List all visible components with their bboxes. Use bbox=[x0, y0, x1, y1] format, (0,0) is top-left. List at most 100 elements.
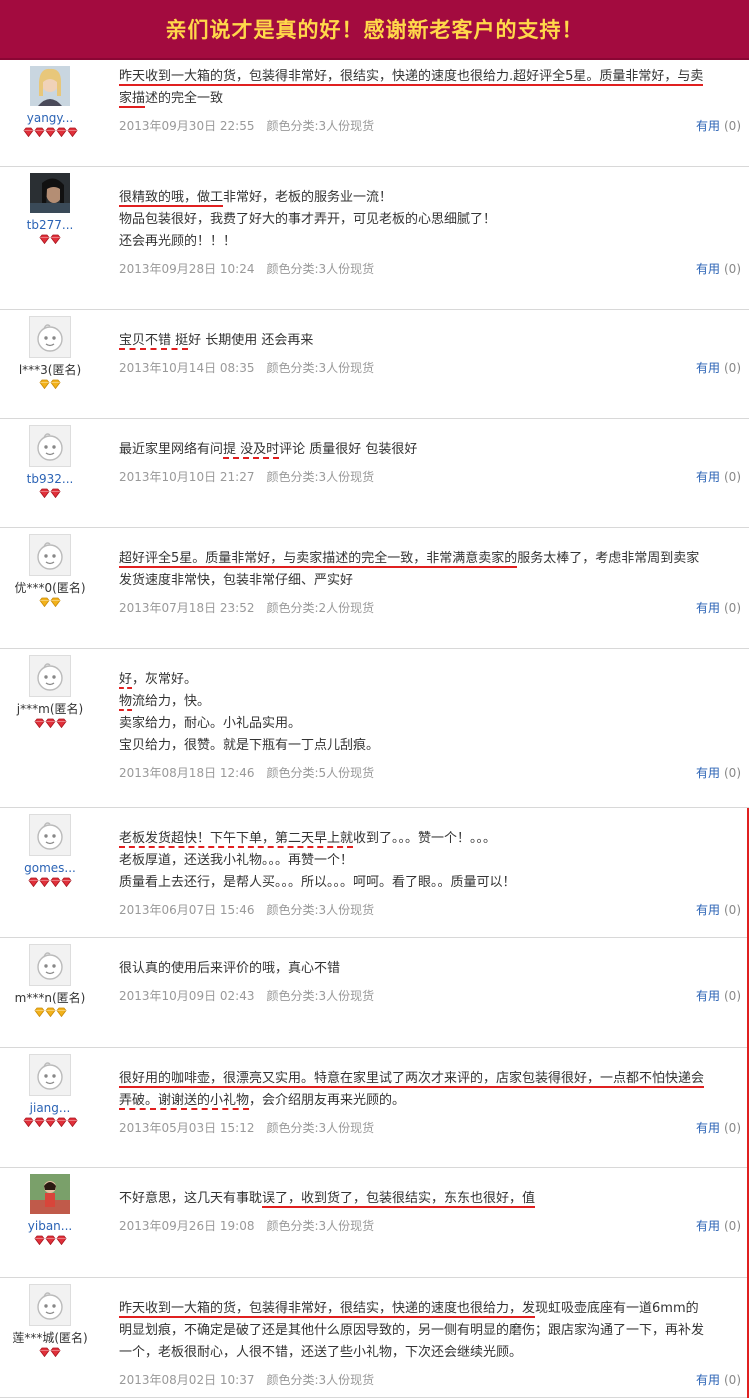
review-item: tb277... 很精致的哦，做工非常好，老板的服务业一流！ 物品包装很好，我费了好… bbox=[0, 167, 749, 310]
diamond-icon bbox=[39, 877, 50, 887]
user-avatar[interactable] bbox=[29, 534, 71, 576]
highlight-underline: 宝贝不错 挺 bbox=[119, 333, 189, 350]
review-meta: 2013年07月18日 23:52 颜色分类:2人份现货 bbox=[119, 600, 374, 616]
review-date: 2013年07月18日 23:52 bbox=[119, 601, 255, 615]
highlight-underline: 很好用的咖啡壶，很漂亮又实用。特意在家里试了两次才来评的，店家包装得很好，一点都… bbox=[119, 1071, 705, 1088]
review-item: tb932... 最近家里网络有问提 没及时评论 质量很好 包装很好 2013年10… bbox=[0, 419, 749, 528]
review-content: 老板发货超快！下午下单，第二天早上就收到了。。。赞一个！。。。 老板厚道，还送我小… bbox=[119, 828, 741, 894]
diamond-icon bbox=[33, 1235, 45, 1245]
review-spec: 颜色分类:3人份现货 bbox=[266, 1219, 375, 1233]
review-user: j***m(匿名) bbox=[0, 649, 100, 728]
user-avatar[interactable] bbox=[29, 1284, 71, 1326]
review-text-line: 弄破。谢谢送的小礼物，会介绍朋友再来光顾的。 bbox=[119, 1093, 406, 1110]
review-user: tb932... bbox=[0, 419, 100, 498]
user-avatar[interactable] bbox=[30, 1174, 70, 1214]
review-content: 超好评全5星。质量非常好，与卖家描述的完全一致，非常满意卖家的服务太棒了，考虑非… bbox=[119, 548, 741, 592]
useful-count: (0) bbox=[724, 601, 741, 615]
diamond-icon bbox=[44, 718, 56, 728]
highlight-underline: 提 没及时 bbox=[223, 442, 280, 459]
review-date: 2013年09月30日 22:55 bbox=[119, 119, 255, 133]
diamond-icon bbox=[44, 1235, 56, 1245]
useful-count: (0) bbox=[724, 1373, 741, 1387]
user-name[interactable]: yangy... bbox=[27, 111, 74, 125]
useful-button[interactable]: 有用 (0) bbox=[696, 360, 741, 376]
rank-badge bbox=[22, 127, 78, 137]
diamond-icon bbox=[50, 379, 61, 389]
review-text-line: 明显划痕，不确定是破了还是其他什么原因导致的，另一侧有明显的磨伤；跟店家沟通了一… bbox=[119, 1323, 705, 1338]
review-content: 昨天收到一大箱的货，包装得非常好，很结实，快递的速度也很给力，发现虹吸壶底座有一… bbox=[119, 1298, 741, 1364]
rank-badge bbox=[39, 488, 61, 498]
user-name[interactable]: gomes... bbox=[24, 861, 76, 875]
user-avatar[interactable] bbox=[29, 814, 71, 856]
review-item: l***3(匿名) 宝贝不错 挺好 长期使用 还会再来 2013年10月14日 08… bbox=[0, 310, 749, 419]
highlight-underline: 老板发货超快！下午下单，第二天早上就 bbox=[119, 831, 354, 848]
review-text-line: 昨天收到一大箱的货，包装得非常好，很结实，快递的速度也很给力，发现虹吸壶底座有一… bbox=[119, 1301, 699, 1318]
diamond-icon bbox=[50, 877, 61, 887]
useful-label: 有用 bbox=[695, 119, 720, 133]
useful-button[interactable]: 有用 (0) bbox=[696, 988, 741, 1004]
rank-badge bbox=[39, 379, 61, 389]
diamond-icon bbox=[44, 1117, 56, 1127]
useful-button[interactable]: 有用 (0) bbox=[696, 902, 741, 918]
review-text-line: 老板发货超快！下午下单，第二天早上就收到了。。。赞一个！。。。 bbox=[119, 831, 497, 848]
review-content: 最近家里网络有问提 没及时评论 质量很好 包装很好 bbox=[119, 439, 741, 461]
useful-button[interactable]: 有用 (0) bbox=[696, 1218, 741, 1234]
useful-count: (0) bbox=[724, 1121, 741, 1135]
user-name[interactable]: yiban... bbox=[28, 1219, 72, 1233]
review-spec: 颜色分类:3人份现货 bbox=[266, 1121, 375, 1135]
user-name[interactable]: jiang... bbox=[30, 1101, 71, 1115]
useful-button[interactable]: 有用 (0) bbox=[696, 469, 741, 485]
useful-label: 有用 bbox=[695, 903, 720, 917]
useful-button[interactable]: 有用 (0) bbox=[696, 118, 741, 134]
diamond-icon bbox=[33, 1117, 45, 1127]
review-text-line: 很认真的使用后来评价的哦，真心不错 bbox=[119, 961, 341, 976]
diamond-icon bbox=[50, 234, 61, 244]
user-avatar[interactable] bbox=[29, 944, 71, 986]
review-text-line: 老板厚道，还送我小礼物。。。再赞一个！ bbox=[119, 853, 354, 868]
user-avatar[interactable] bbox=[29, 316, 71, 358]
useful-label: 有用 bbox=[695, 989, 720, 1003]
review-content: 很好用的咖啡壶，很漂亮又实用。特意在家里试了两次才来评的，店家包装得很好，一点都… bbox=[119, 1068, 741, 1112]
review-meta: 2013年10月10日 21:27 颜色分类:3人份现货 bbox=[119, 469, 374, 485]
user-avatar[interactable] bbox=[29, 655, 71, 697]
review-date: 2013年10月10日 21:27 bbox=[119, 470, 255, 484]
user-avatar[interactable] bbox=[29, 425, 71, 467]
diamond-icon bbox=[39, 488, 50, 498]
user-avatar[interactable] bbox=[29, 1054, 71, 1096]
diamond-icon bbox=[55, 1117, 67, 1127]
user-avatar[interactable] bbox=[30, 66, 70, 106]
review-text-line: 很好用的咖啡壶，很漂亮又实用。特意在家里试了两次才来评的，店家包装得很好，一点都… bbox=[119, 1068, 741, 1090]
useful-count: (0) bbox=[724, 262, 741, 276]
useful-button[interactable]: 有用 (0) bbox=[696, 765, 741, 781]
useful-label: 有用 bbox=[695, 262, 720, 276]
useful-button[interactable]: 有用 (0) bbox=[696, 600, 741, 616]
useful-count: (0) bbox=[724, 119, 741, 133]
diamond-icon bbox=[33, 127, 45, 137]
useful-label: 有用 bbox=[695, 601, 720, 615]
review-content: 很认真的使用后来评价的哦，真心不错 bbox=[119, 958, 741, 980]
highlight-underline: 很精致的哦，做工 bbox=[119, 190, 224, 207]
review-meta: 2013年09月26日 19:08 颜色分类:3人份现货 bbox=[119, 1218, 374, 1234]
useful-button[interactable]: 有用 (0) bbox=[696, 1372, 741, 1388]
review-item: m***n(匿名) 很认真的使用后来评价的哦，真心不错 2013年10月09日 02… bbox=[0, 938, 749, 1048]
user-name[interactable]: tb932... bbox=[27, 472, 74, 486]
useful-button[interactable]: 有用 (0) bbox=[696, 1120, 741, 1136]
rank-badge bbox=[33, 1235, 67, 1245]
user-name: 优***0(匿名) bbox=[14, 581, 86, 595]
user-name[interactable]: tb277... bbox=[27, 218, 74, 232]
highlight-underline: 昨天收到一大箱的货，包装得非常好，很结实，快递的速度也很给力，发 bbox=[119, 1301, 536, 1318]
useful-count: (0) bbox=[724, 470, 741, 484]
review-spec: 颜色分类:3人份现货 bbox=[266, 1373, 375, 1387]
review-item: j***m(匿名) 好，灰常好。 物流给力，快。 卖家给力，耐心。小礼品实用。 宝贝给力… bbox=[0, 649, 749, 808]
review-user: tb277... bbox=[0, 167, 100, 244]
diamond-icon bbox=[55, 1235, 67, 1245]
review-date: 2013年09月26日 19:08 bbox=[119, 1219, 255, 1233]
diamond-icon bbox=[22, 127, 34, 137]
review-text-line: 宝贝给力，很赞。就是下瓶有一丁点儿刮痕。 bbox=[119, 738, 380, 753]
user-avatar[interactable] bbox=[30, 173, 70, 213]
highlight-underline: 好 bbox=[119, 672, 133, 689]
useful-count: (0) bbox=[724, 361, 741, 375]
diamond-icon bbox=[39, 1347, 50, 1357]
useful-button[interactable]: 有用 (0) bbox=[696, 261, 741, 277]
review-date: 2013年05月03日 15:12 bbox=[119, 1121, 255, 1135]
